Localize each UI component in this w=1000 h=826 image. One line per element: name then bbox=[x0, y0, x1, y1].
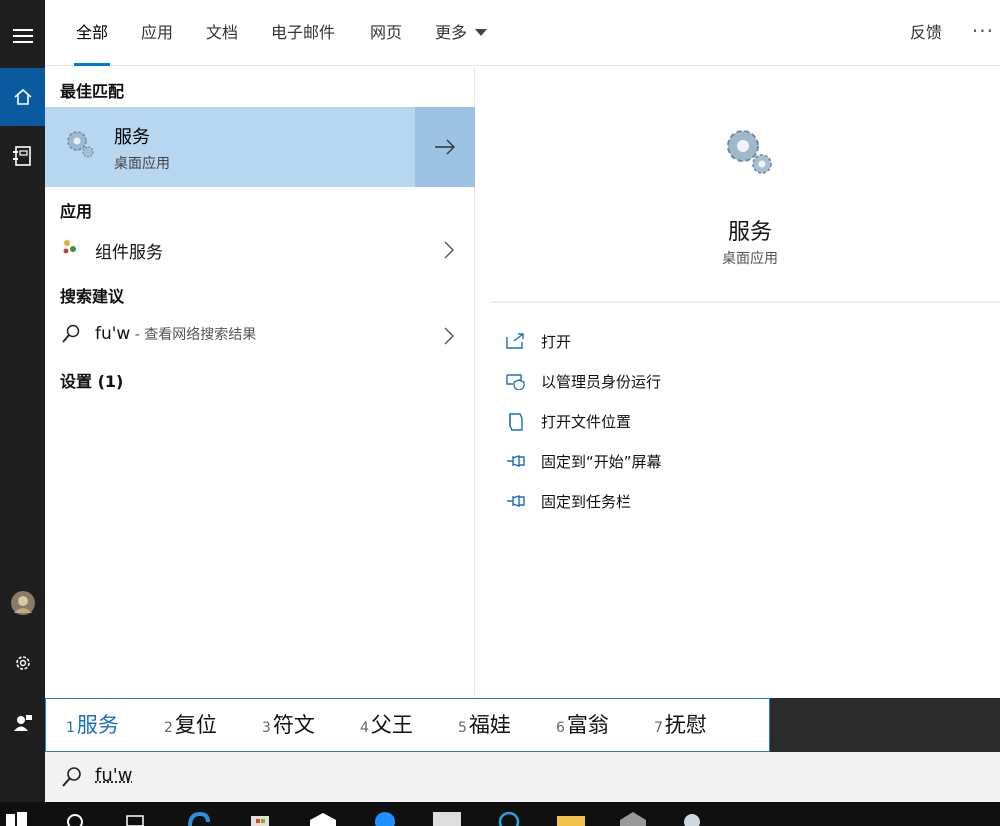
ime-candidate[interactable]: 6富翁 bbox=[556, 699, 609, 751]
pin-icon bbox=[507, 455, 525, 467]
suggestion-hint: - 查看网络搜索结果 bbox=[130, 327, 257, 343]
mail-icon[interactable] bbox=[308, 810, 338, 826]
file-explorer-icon[interactable] bbox=[556, 810, 586, 826]
open-preview-button[interactable] bbox=[415, 107, 475, 187]
ime-candidate[interactable]: 7抚慰 bbox=[654, 699, 707, 751]
tab-more[interactable]: 更多 bbox=[435, 0, 488, 66]
notebook-icon bbox=[12, 146, 31, 166]
edge-icon[interactable] bbox=[186, 810, 210, 826]
chevron-down-icon bbox=[475, 29, 488, 36]
feedback-person-icon bbox=[13, 715, 32, 731]
ime-bar-background bbox=[770, 698, 1000, 752]
action-pin-to-start-label: 固定到“开始”屏幕 bbox=[541, 453, 662, 471]
hamburger-menu-button[interactable] bbox=[0, 7, 45, 65]
chevron-right-icon bbox=[444, 327, 454, 345]
best-match-item[interactable]: 服务 桌面应用 bbox=[45, 107, 415, 187]
feedback-link[interactable]: 反馈 bbox=[910, 0, 942, 66]
pin-icon bbox=[507, 495, 525, 507]
cortana-icon[interactable] bbox=[494, 810, 524, 826]
gear-icon[interactable] bbox=[680, 810, 704, 826]
best-match-header: 最佳匹配 bbox=[60, 82, 125, 101]
action-pin-to-taskbar-label: 固定到任务栏 bbox=[541, 493, 632, 511]
hamburger-icon bbox=[12, 29, 33, 43]
search-suggestions-header: 搜索建议 bbox=[60, 287, 125, 306]
results-list: 最佳匹配 服务 桌面应用 应用 组件服务 搜索建议 fu'w - 查看网络搜索结… bbox=[45, 66, 475, 698]
task-view-icon[interactable] bbox=[124, 810, 148, 826]
file-location-icon bbox=[509, 413, 523, 431]
tab-all[interactable]: 全部 bbox=[73, 0, 111, 66]
gear-icon bbox=[15, 656, 30, 670]
services-gear-icon bbox=[67, 131, 94, 158]
tab-web[interactable]: 网页 bbox=[370, 0, 402, 66]
action-open-label: 打开 bbox=[541, 333, 572, 351]
preview-pane: 服务 桌面应用 打开 以管理员身份运行 打开文件位置 固定到“开始”屏幕 固定到… bbox=[476, 66, 1000, 698]
best-match-subtitle: 桌面应用 bbox=[114, 156, 170, 172]
tab-documents[interactable]: 文档 bbox=[206, 0, 238, 66]
app-icon[interactable] bbox=[432, 810, 462, 826]
ime-candidate[interactable]: 4父王 bbox=[360, 699, 413, 751]
shield-icon bbox=[506, 374, 525, 390]
ime-candidate[interactable]: 5福娃 bbox=[458, 699, 511, 751]
preview-title: 服务 bbox=[727, 220, 772, 245]
search-input[interactable]: fu'w bbox=[95, 765, 132, 786]
ime-candidate[interactable]: 3符文 bbox=[262, 699, 315, 751]
apps-header: 应用 bbox=[60, 202, 93, 221]
action-open-file-location-label: 打开文件位置 bbox=[541, 413, 632, 431]
divider bbox=[490, 301, 1000, 303]
app-icon[interactable] bbox=[618, 810, 648, 826]
suggestion-query: fu'w bbox=[95, 324, 131, 344]
search-box[interactable]: fu'w bbox=[45, 752, 1000, 802]
tab-more-label: 更多 bbox=[435, 23, 468, 42]
user-avatar-button[interactable] bbox=[0, 574, 45, 632]
home-button[interactable] bbox=[0, 68, 45, 126]
home-icon bbox=[13, 88, 32, 105]
chevron-right-icon bbox=[444, 241, 454, 259]
windows-start-icon[interactable] bbox=[4, 810, 28, 826]
preview-subtitle: 桌面应用 bbox=[722, 251, 778, 267]
best-match-title: 服务 bbox=[114, 127, 150, 148]
store-icon[interactable] bbox=[248, 810, 272, 826]
notebook-button[interactable] bbox=[0, 127, 45, 185]
settings-button[interactable] bbox=[0, 634, 45, 692]
component-services-icon bbox=[63, 240, 76, 254]
taskbar bbox=[0, 802, 1000, 826]
search-icon bbox=[62, 767, 81, 787]
left-rail bbox=[0, 0, 45, 802]
search-icon[interactable] bbox=[64, 810, 86, 826]
list-item-label: 组件服务 bbox=[95, 243, 163, 263]
list-item[interactable]: 组件服务 bbox=[45, 230, 475, 270]
settings-header[interactable]: 设置 (1) bbox=[60, 368, 123, 392]
services-gear-icon bbox=[727, 130, 772, 174]
tab-email[interactable]: 电子邮件 bbox=[271, 0, 335, 66]
open-icon bbox=[506, 333, 524, 349]
ime-candidate[interactable]: 1服务 bbox=[66, 699, 119, 751]
avatar bbox=[10, 591, 35, 615]
ime-candidate[interactable]: 2复位 bbox=[164, 699, 217, 751]
search-filter-bar: 全部 应用 文档 电子邮件 网页 更多 反馈 ··· bbox=[45, 0, 1000, 66]
arrow-right-icon bbox=[435, 139, 455, 155]
action-run-as-admin-label: 以管理员身份运行 bbox=[541, 373, 662, 391]
feedback-hub-button[interactable] bbox=[0, 694, 45, 752]
tab-apps[interactable]: 应用 bbox=[141, 0, 173, 66]
search-icon bbox=[62, 324, 80, 343]
web-suggestion-item[interactable]: fu'w - 查看网络搜索结果 bbox=[45, 316, 475, 356]
more-options-icon[interactable]: ··· bbox=[972, 0, 994, 66]
app-icon[interactable] bbox=[370, 810, 400, 826]
ime-candidate-bar: 1服务 2复位 3符文 4父王 5福娃 6富翁 7抚慰 bbox=[45, 698, 770, 752]
